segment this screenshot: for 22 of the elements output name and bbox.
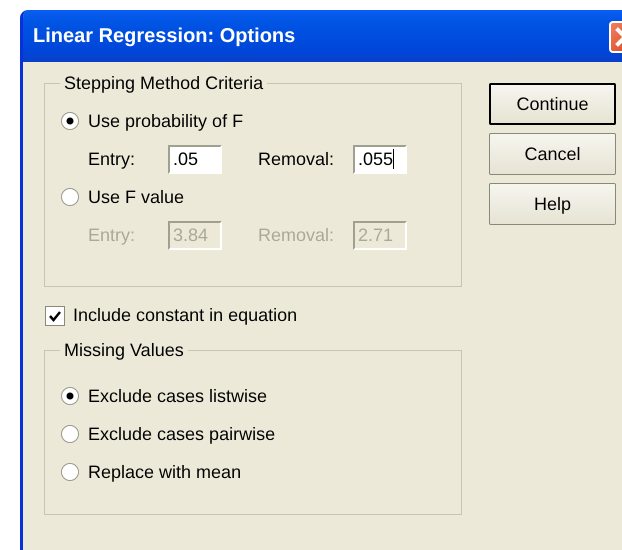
- radio-label[interactable]: Exclude cases listwise: [88, 386, 268, 406]
- radio-label[interactable]: Use probability of F: [88, 110, 244, 132]
- input-field[interactable]: .055: [353, 144, 407, 174]
- field-label: Entry:: [88, 224, 136, 246]
- checkbox-label[interactable]: Include constant in equation: [73, 305, 298, 326]
- field-label: Removal:: [258, 224, 336, 246]
- radio-button[interactable]: [60, 424, 80, 444]
- field-label: Entry:: [88, 148, 136, 170]
- radio-button[interactable]: [60, 462, 80, 482]
- dialog-button[interactable]: Continue: [489, 83, 616, 125]
- radio-label[interactable]: Replace with mean: [88, 462, 242, 482]
- dialog-button[interactable]: Help: [489, 183, 616, 225]
- radio-label[interactable]: Exclude cases pairwise: [88, 424, 276, 444]
- radio-button[interactable]: [60, 386, 80, 406]
- radio-button[interactable]: [60, 111, 80, 131]
- field-label: Removal:: [258, 148, 336, 170]
- window-title: Linear Regression: Options: [33, 24, 296, 48]
- group-title: Stepping Method Criteria: [63, 73, 264, 94]
- input-field[interactable]: .05: [168, 144, 222, 174]
- dialog-button[interactable]: Cancel: [489, 133, 616, 175]
- group-title: Missing Values: [63, 340, 185, 361]
- checkbox[interactable]: [45, 306, 65, 326]
